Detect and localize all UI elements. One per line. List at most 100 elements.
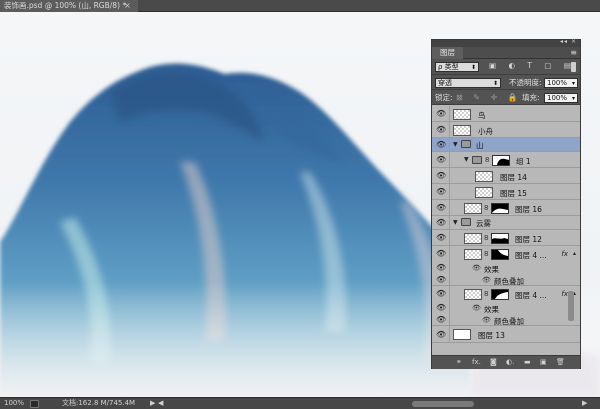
layer-name[interactable]: 组 1	[516, 156, 531, 167]
layer-name[interactable]: 鸟	[478, 110, 486, 121]
document-tab[interactable]: 装饰画.psd @ 100% (山, RGB/8) * ×	[0, 0, 138, 12]
document-tab-title: 装饰画.psd @ 100% (山, RGB/8) *	[4, 1, 127, 10]
effect-row[interactable]: 👁 👁 颜色叠加	[432, 274, 580, 286]
eye-icon[interactable]: 👁	[436, 171, 446, 180]
link-layers-icon[interactable]: ⚭	[456, 356, 462, 369]
chevron-updown-icon: ⬍	[470, 64, 476, 71]
link-icon: 8	[484, 250, 489, 258]
effect-eye-icon[interactable]: 👁	[472, 264, 481, 272]
layer-name[interactable]: 小舟	[478, 126, 493, 137]
layer-row[interactable]: 👁 图层 14	[432, 168, 580, 184]
chevron-down-icon: ▾	[571, 80, 575, 87]
fill-value: 100%	[547, 94, 568, 102]
eye-icon[interactable]: 👁	[436, 155, 446, 164]
layer-group-row[interactable]: 👁 ▼ 山	[432, 138, 580, 152]
fx-icon[interactable]: fx	[561, 290, 568, 298]
layer-name[interactable]: 图层 13	[478, 330, 505, 341]
blend-mode-select[interactable]: 穿透 ⬍	[435, 78, 501, 88]
effect-eye-icon[interactable]: 👁	[482, 276, 491, 284]
effects-row[interactable]: 👁 👁 效果	[432, 302, 580, 314]
layer-row[interactable]: 👁 图层 13	[432, 326, 580, 343]
layer-row[interactable]: 👁 鸟	[432, 106, 580, 122]
folder-icon	[461, 218, 471, 226]
document-size: 文档:162.8 M/745.4M	[62, 399, 136, 407]
layers-panel: ◂◂ × 图层 ≡ ρ 类型 ⬍ ▣ ◐ T ▢ ▤ 穿透 ⬍ 不透明度: 10…	[431, 38, 581, 369]
eye-icon[interactable]: 👁	[436, 289, 446, 298]
layer-row[interactable]: 👁 8 图层 4 ... fx ▴	[432, 246, 580, 262]
eye-icon[interactable]: 👁	[436, 218, 446, 227]
eye-icon[interactable]: 👁	[436, 140, 446, 149]
eye-icon[interactable]: 👁	[436, 249, 446, 258]
effect-eye-icon[interactable]: 👁	[482, 316, 491, 324]
effect-eye-icon[interactable]: 👁	[472, 304, 481, 312]
chevron-down-icon: ▾	[571, 95, 575, 102]
panel-menu-icon[interactable]: ≡	[570, 47, 577, 59]
new-layer-icon[interactable]: ▣	[540, 356, 547, 369]
status-menu-arrow-icon[interactable]: ▶	[150, 398, 155, 409]
tab-layers[interactable]: 图层	[432, 47, 463, 59]
scroll-right-icon[interactable]: ▶	[582, 398, 587, 409]
layer-name[interactable]: 图层 14	[500, 172, 527, 183]
layer-name[interactable]: 图层 15	[500, 188, 527, 199]
eye-icon[interactable]: 👁	[436, 303, 446, 312]
add-mask-icon[interactable]: ◙	[490, 356, 497, 369]
layer-thumbnail	[464, 233, 482, 244]
layer-row[interactable]: 👁 8 图层 4 ... fx ▴	[432, 286, 580, 302]
horizontal-scrollbar[interactable]	[412, 401, 474, 407]
effects-row[interactable]: 👁 👁 效果	[432, 262, 580, 274]
layer-mask-thumbnail	[491, 289, 509, 300]
filter-kind-select[interactable]: ρ 类型 ⬍	[435, 62, 479, 72]
eye-icon[interactable]: 👁	[436, 187, 446, 196]
filter-kind-label: ρ 类型	[438, 63, 459, 71]
trash-icon[interactable]: 🗑	[556, 356, 565, 369]
close-icon[interactable]: ×	[124, 0, 131, 12]
link-icon: 8	[485, 156, 490, 164]
layer-mask-thumbnail	[491, 249, 509, 260]
eye-icon[interactable]: 👁	[436, 315, 446, 324]
layer-row[interactable]: 👁 8 图层 12	[432, 230, 580, 246]
layer-row[interactable]: 👁 8 图层 16	[432, 200, 580, 216]
adjustment-layer-icon[interactable]: ◐.	[506, 356, 514, 369]
layer-name[interactable]: 山	[476, 140, 484, 151]
disclosure-triangle-icon[interactable]: ▼	[453, 141, 458, 148]
filter-toggle-switch[interactable]	[571, 62, 576, 72]
fill-label: 填充:	[522, 93, 540, 102]
fx-button-icon[interactable]: fx.	[472, 356, 481, 369]
layer-name[interactable]: 云雾	[476, 218, 491, 229]
lock-icons[interactable]: ⊠ ✎ ✛ 🔒	[456, 90, 522, 105]
zoom-level[interactable]: 100%	[4, 398, 24, 409]
blend-row: 穿透 ⬍ 不透明度: 100% ▾	[432, 75, 580, 90]
layer-name[interactable]: 图层 12	[515, 234, 542, 245]
eye-icon[interactable]: 👁	[436, 233, 446, 242]
layer-name[interactable]: 图层 16	[515, 204, 542, 215]
layer-list: 👁 鸟 👁 小舟 👁 ▼ 山 👁 ▼ 8 组 1 👁 图层 14 👁 图层 15…	[432, 106, 580, 355]
layer-row[interactable]: 👁 图层 15	[432, 184, 580, 200]
eye-icon[interactable]: 👁	[436, 263, 446, 272]
eye-icon[interactable]: 👁	[436, 275, 446, 284]
effect-row[interactable]: 👁 👁 颜色叠加	[432, 314, 580, 326]
fill-input[interactable]: 100% ▾	[544, 93, 578, 103]
new-group-icon[interactable]: ▬	[524, 356, 531, 369]
layer-list-scrollbar[interactable]	[568, 291, 574, 321]
eye-icon[interactable]: 👁	[436, 330, 446, 339]
filter-type-icons[interactable]: ▣ ◐ T ▢ ▤	[489, 61, 576, 70]
layer-group-row[interactable]: 👁 ▼ 8 组 1	[432, 152, 580, 168]
folder-icon	[472, 156, 482, 164]
layer-name[interactable]: 图层 4 ...	[515, 290, 547, 301]
proof-icon[interactable]	[30, 400, 39, 408]
eye-icon[interactable]: 👁	[436, 203, 446, 212]
panel-collapse-close-icons[interactable]: ◂◂ ×	[560, 38, 577, 45]
layer-row[interactable]: 👁 小舟	[432, 122, 580, 138]
link-icon: 8	[484, 204, 489, 212]
opacity-input[interactable]: 100% ▾	[544, 78, 578, 88]
layer-name[interactable]: 图层 4 ...	[515, 250, 547, 261]
fx-icon[interactable]: fx	[561, 250, 568, 258]
eye-icon[interactable]: 👁	[436, 125, 446, 134]
scroll-left-icon[interactable]: ◀	[158, 398, 163, 409]
disclosure-triangle-icon[interactable]: ▼	[453, 219, 458, 226]
chevron-up-icon[interactable]: ▴	[573, 250, 576, 257]
layer-mask-thumbnail	[491, 233, 509, 244]
disclosure-triangle-icon[interactable]: ▼	[464, 156, 469, 163]
layer-group-row[interactable]: 👁 ▼ 云雾	[432, 216, 580, 230]
eye-icon[interactable]: 👁	[436, 109, 446, 118]
